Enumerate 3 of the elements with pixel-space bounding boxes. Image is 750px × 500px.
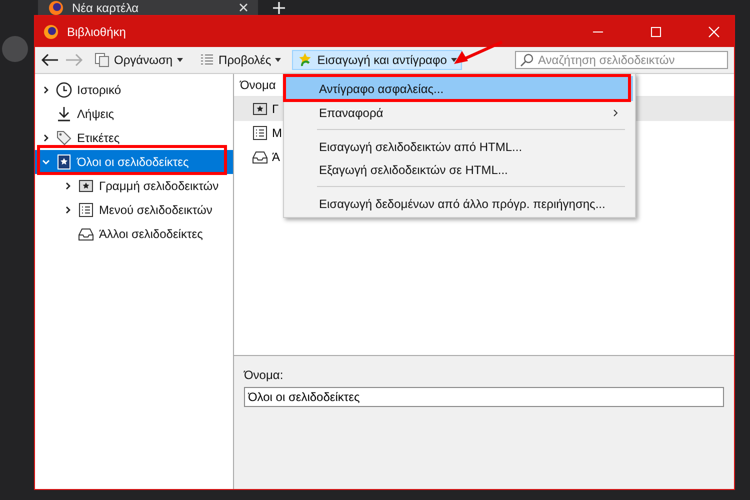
tab-title: Νέα καρτέλα xyxy=(72,0,140,14)
window-title: Βιβλιοθήκη xyxy=(67,24,126,38)
field-label: Όνομα: xyxy=(244,368,284,382)
